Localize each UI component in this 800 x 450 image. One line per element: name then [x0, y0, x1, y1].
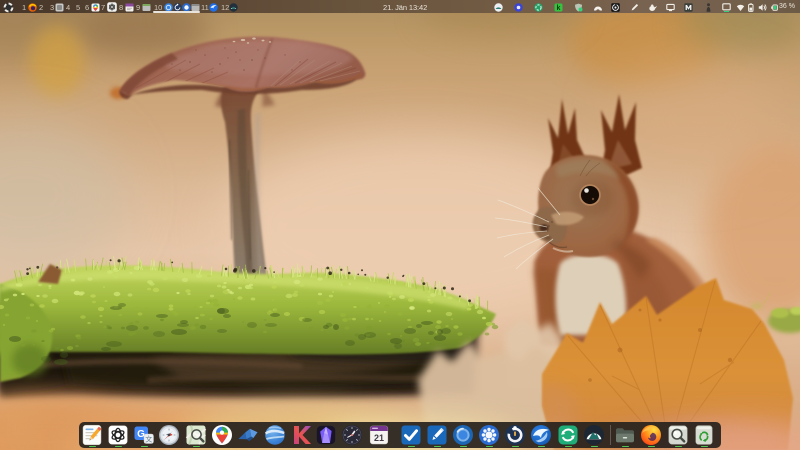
svg-text:21: 21: [374, 433, 384, 443]
svg-text:k: k: [557, 5, 561, 12]
svg-text:文: 文: [145, 434, 152, 443]
